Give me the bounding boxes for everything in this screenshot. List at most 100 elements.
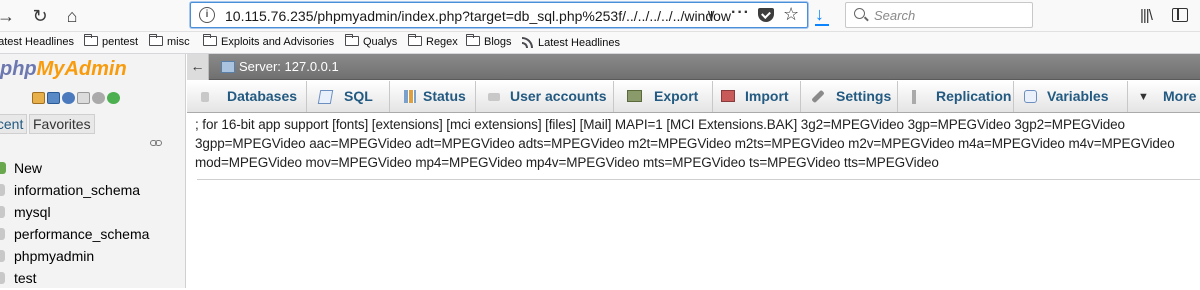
reload-icon[interactable]: ↻ — [30, 6, 50, 26]
bookmark-label: Latest Headlines — [0, 36, 74, 48]
bookmark-item[interactable]: Blogs — [466, 34, 512, 48]
tree-item-label[interactable]: performance_schema — [14, 226, 149, 242]
logo-text-myadmin: MyAdmin — [36, 58, 127, 80]
bookmark-item[interactable]: Latest Headlines — [522, 36, 620, 49]
folder-icon — [345, 34, 359, 46]
folder-icon — [203, 34, 217, 46]
info-icon[interactable]: i — [199, 7, 215, 23]
home-icon[interactable]: ⌂ — [62, 6, 82, 26]
forward-icon[interactable]: → — [0, 6, 16, 26]
database-icon — [0, 250, 5, 262]
main-panel: ← Server: 127.0.0.1 Databases SQL Status… — [187, 54, 1200, 288]
bookmark-label: pentest — [102, 36, 139, 48]
chevron-down-icon: ▼ — [1138, 91, 1149, 103]
bookmark-label: Latest Headlines — [538, 37, 620, 49]
bookmark-item[interactable]: Exploits and Advisories — [203, 34, 335, 48]
search-icon — [854, 8, 865, 19]
tree-item-label[interactable]: information_schema — [14, 182, 140, 198]
logout-icon[interactable] — [47, 92, 60, 104]
bookmark-item[interactable]: Latest Headlines — [0, 36, 74, 48]
navigation-panel: phpMyAdmin Recent Favorites New informat… — [0, 54, 186, 288]
tree-item-label[interactable]: test — [14, 270, 37, 286]
replication-icon — [912, 90, 916, 104]
docs-icon[interactable] — [77, 92, 90, 104]
home-icon[interactable] — [32, 92, 45, 104]
pma-logo[interactable]: phpMyAdmin — [0, 58, 127, 81]
folder-icon — [84, 34, 98, 46]
import-icon — [721, 90, 735, 102]
tab-label: Variables — [1047, 88, 1109, 104]
tab-settings[interactable]: Settings — [801, 81, 898, 112]
url-text[interactable]: 10.115.76.235/phpmyadmin/index.php?targe… — [225, 8, 731, 24]
tab-label: Import — [745, 88, 789, 104]
folder-icon — [149, 34, 163, 46]
bookmark-item[interactable]: misc — [149, 34, 190, 48]
variables-icon — [1024, 90, 1037, 103]
folder-icon — [466, 34, 480, 46]
sidebar-toggle-icon[interactable] — [1172, 8, 1188, 22]
tab-label: Status — [423, 88, 466, 104]
tab-label: Databases — [227, 88, 298, 104]
logo-text-php: php — [0, 58, 37, 80]
search-input[interactable]: Search — [845, 2, 1033, 28]
help-icon[interactable] — [62, 92, 75, 104]
bookmark-item[interactable]: Regex — [408, 34, 458, 48]
gear-icon[interactable] — [92, 92, 105, 104]
bookmark-label: misc — [167, 36, 190, 48]
bookmark-item[interactable]: Qualys — [345, 34, 398, 48]
tab-favorites[interactable]: Favorites — [29, 114, 95, 134]
bookmark-item[interactable]: pentest — [84, 34, 139, 48]
server-breadcrumb[interactable]: Server: 127.0.0.1 — [239, 59, 339, 74]
database-icon — [0, 206, 5, 218]
file-content-output: ; for 16-bit app support [fonts] [extens… — [195, 117, 1175, 170]
tab-variables[interactable]: Variables — [1014, 81, 1128, 112]
export-icon — [627, 90, 642, 102]
chevron-down-icon[interactable]: ∨ — [706, 6, 716, 23]
server-breadcrumb-bar: ← Server: 127.0.0.1 — [187, 54, 1200, 80]
star-icon[interactable]: ☆ — [783, 4, 799, 25]
browser-toolbar: → ↻ ⌂ i 10.115.76.235/phpmyadmin/index.p… — [0, 0, 1200, 32]
tab-export[interactable]: Export — [614, 81, 713, 112]
tab-recent[interactable]: Recent — [0, 114, 28, 134]
tree-item-label[interactable]: phpmyadmin — [14, 248, 94, 264]
sql-icon — [317, 90, 334, 104]
server-icon — [221, 61, 235, 73]
search-placeholder: Search — [874, 8, 916, 23]
tab-label: More — [1163, 88, 1197, 104]
bookmark-label: Blogs — [484, 36, 512, 48]
tab-user-accounts[interactable]: User accounts — [476, 81, 614, 112]
tab-label: User accounts — [510, 88, 607, 104]
url-bar[interactable]: i 10.115.76.235/phpmyadmin/index.php?tar… — [190, 2, 808, 28]
bookmark-label: Qualys — [363, 36, 398, 48]
tab-databases[interactable]: Databases — [187, 81, 307, 112]
tree-item-label[interactable]: New — [14, 160, 42, 176]
rss-icon — [522, 36, 534, 48]
database-icon — [0, 184, 5, 196]
user-accounts-icon — [488, 93, 500, 101]
tab-status[interactable]: Status — [390, 81, 476, 112]
tab-import[interactable]: Import — [713, 81, 801, 112]
tree-item-label[interactable]: mysql — [14, 204, 51, 220]
content-divider — [197, 179, 1200, 180]
bookmark-label: Regex — [426, 36, 458, 48]
download-icon[interactable]: ↓ — [815, 4, 829, 26]
tab-label: Replication — [936, 88, 1012, 104]
bookmark-label: Exploits and Advisories — [221, 36, 335, 48]
page-actions-icon[interactable]: ··· — [731, 4, 750, 22]
tab-more[interactable]: ▼ More — [1128, 81, 1200, 112]
status-icon — [404, 90, 416, 103]
link-icon[interactable] — [150, 140, 162, 148]
bookmarks-bar: Latest Headlines pentest misc Exploits a… — [0, 32, 1200, 54]
reload-icon[interactable] — [107, 92, 120, 104]
new-db-icon — [0, 162, 6, 174]
database-icon — [0, 228, 5, 240]
folder-icon — [408, 34, 422, 46]
library-icon[interactable]: |||\ — [1140, 7, 1153, 24]
pocket-icon[interactable] — [758, 8, 774, 22]
tab-label: Export — [654, 88, 699, 104]
top-menu: Databases SQL Status User accounts Expor… — [187, 81, 1200, 113]
tab-replication[interactable]: Replication — [898, 81, 1014, 112]
database-icon — [0, 272, 5, 284]
collapse-arrow-icon[interactable]: ← — [187, 54, 209, 80]
tab-sql[interactable]: SQL — [307, 81, 390, 112]
